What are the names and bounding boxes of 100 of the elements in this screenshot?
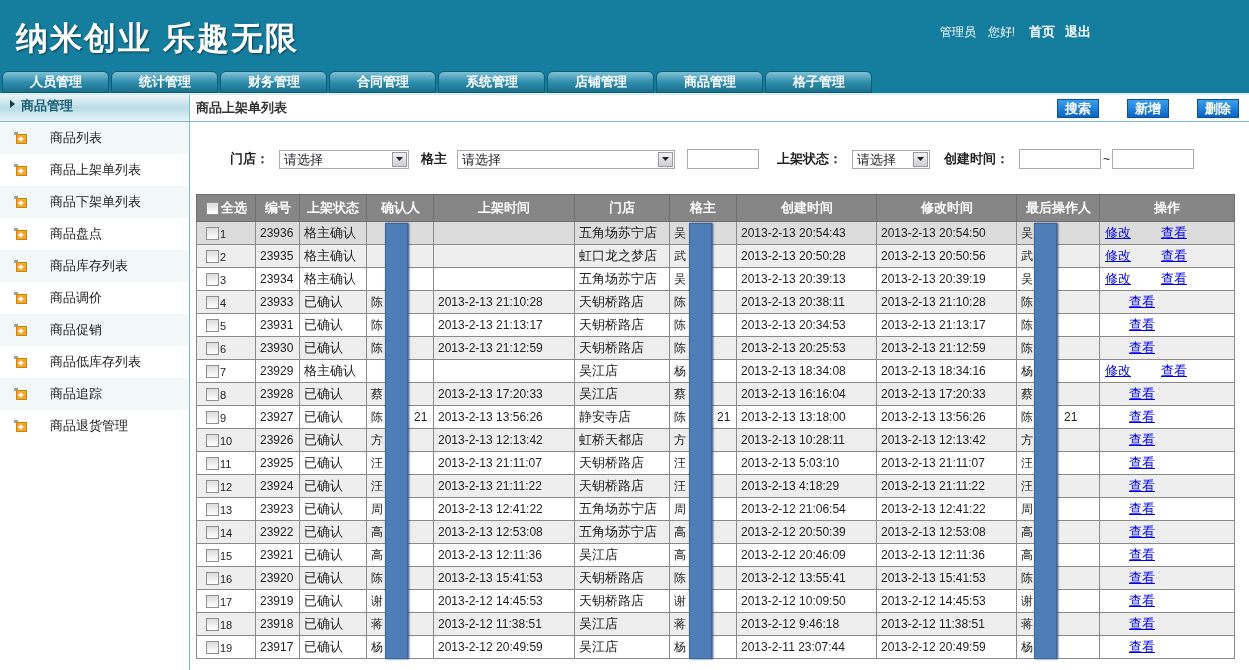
nav-tab[interactable]: 系统管理: [438, 71, 545, 93]
action-link[interactable]: 查看: [1129, 315, 1155, 335]
checkbox[interactable]: [206, 249, 219, 263]
checkbox[interactable]: [206, 456, 219, 470]
table-cell-text: 蔡: [674, 386, 686, 403]
table-cell-text: 吴: [674, 225, 686, 242]
row-number: 9: [220, 412, 227, 424]
table-cell: 已确认: [304, 501, 343, 517]
toolbar-button[interactable]: 搜索: [1057, 98, 1099, 118]
checkbox[interactable]: [206, 410, 219, 424]
triangle-icon: [10, 100, 15, 108]
checkbox[interactable]: [206, 525, 219, 539]
checkbox[interactable]: [206, 594, 219, 608]
table-cell: 2013-2-13 13:56:26: [438, 410, 543, 424]
action-link[interactable]: 查看: [1161, 223, 1187, 243]
select-field[interactable]: 请选择: [852, 149, 930, 169]
action-link[interactable]: 修改: [1105, 246, 1131, 266]
checkbox[interactable]: [206, 433, 219, 447]
column-header: 创建时间: [780, 200, 833, 216]
table-cell-text: 高: [1021, 524, 1033, 541]
sidebar-item[interactable]: 商品追踪: [0, 378, 189, 410]
action-link[interactable]: 查看: [1129, 568, 1155, 588]
sidebar-item[interactable]: 商品列表: [0, 122, 189, 154]
table-cell: 2013-2-13 20:50:28: [741, 249, 846, 263]
select-field[interactable]: 请选择: [279, 149, 409, 169]
table-cell-text: 陈: [371, 294, 383, 311]
action-link[interactable]: 查看: [1129, 545, 1155, 565]
action-link[interactable]: 查看: [1129, 499, 1155, 519]
table-cell: 2013-2-13 12:11:36: [438, 548, 542, 562]
action-link[interactable]: 查看: [1129, 407, 1155, 427]
checkbox[interactable]: [206, 318, 219, 332]
sidebar-item[interactable]: 商品库存列表: [0, 250, 189, 282]
checkbox[interactable]: [206, 341, 219, 355]
action-link[interactable]: 查看: [1161, 269, 1187, 289]
action-link[interactable]: 查看: [1129, 591, 1155, 611]
sidebar-item[interactable]: 商品下架单列表: [0, 186, 189, 218]
action-link[interactable]: 查看: [1129, 384, 1155, 404]
action-link[interactable]: 查看: [1161, 246, 1187, 266]
checkbox[interactable]: [206, 226, 219, 240]
row-number: 4: [220, 297, 227, 309]
select-field[interactable]: 请选择: [457, 149, 675, 169]
table-cell-text: 谢: [371, 593, 383, 610]
table-cell: 已确认: [304, 386, 343, 402]
checkbox[interactable]: [206, 640, 219, 654]
table-cell-text: 陈: [371, 409, 383, 426]
toolbar-button[interactable]: 新增: [1127, 98, 1169, 118]
action-link[interactable]: 查看: [1129, 292, 1155, 312]
action-link[interactable]: 查看: [1129, 476, 1155, 496]
checkbox[interactable]: [206, 364, 219, 378]
action-link[interactable]: 查看: [1129, 522, 1155, 542]
table-cell: 天钥桥路店: [579, 294, 644, 310]
action-link[interactable]: 查看: [1129, 614, 1155, 634]
checkbox[interactable]: [206, 571, 219, 585]
nav-tab[interactable]: 店铺管理: [547, 71, 654, 93]
range-separator: ~: [1103, 151, 1110, 168]
table-cell: 已确认: [304, 432, 343, 448]
action-link[interactable]: 查看: [1129, 338, 1155, 358]
table-cell: 23919: [260, 594, 294, 608]
header-link[interactable]: 首页: [1029, 22, 1055, 42]
nav-tab[interactable]: 统计管理: [111, 71, 218, 93]
date-field[interactable]: [1019, 149, 1101, 169]
table-cell: 2013-2-13 20:38:11: [741, 295, 845, 309]
table-cell: 23931: [260, 318, 294, 332]
checkbox[interactable]: [206, 295, 219, 309]
table-cell: 23921: [260, 548, 294, 562]
table-cell: 2013-2-12 14:45:53: [881, 594, 986, 608]
table-cell: 2013-2-13 13:56:26: [881, 410, 986, 424]
checkbox[interactable]: [205, 201, 219, 215]
table-cell-text: 汪: [371, 455, 383, 472]
action-link[interactable]: 查看: [1129, 430, 1155, 450]
input-field[interactable]: [687, 149, 759, 169]
action-link[interactable]: 查看: [1129, 453, 1155, 473]
table-cell: 2013-2-13 21:11:07: [881, 456, 985, 470]
action-link[interactable]: 查看: [1161, 361, 1187, 381]
table-cell-text: 汪: [1021, 455, 1033, 472]
sidebar-item[interactable]: 商品促销: [0, 314, 189, 346]
table-cell: 23924: [260, 479, 294, 493]
date-field[interactable]: [1112, 149, 1194, 169]
checkbox[interactable]: [206, 479, 219, 493]
table-cell: 2013-2-13 21:11:22: [438, 479, 542, 493]
table-cell: 2013-2-13 21:11:22: [881, 479, 985, 493]
checkbox[interactable]: [206, 617, 219, 631]
table-cell: 天钥桥路店: [579, 478, 644, 494]
action-link[interactable]: 修改: [1105, 269, 1131, 289]
table-cell: 2013-2-13 18:34:16: [881, 364, 986, 378]
toolbar-button[interactable]: 删除: [1197, 98, 1239, 118]
action-link[interactable]: 修改: [1105, 361, 1131, 381]
checkbox[interactable]: [206, 387, 219, 401]
table-cell: 已确认: [304, 294, 343, 310]
checkbox[interactable]: [206, 272, 219, 286]
table-cell: 2013-2-13 21:10:28: [881, 295, 986, 309]
folder-arrow-icon: [14, 420, 27, 432]
checkbox[interactable]: [206, 502, 219, 516]
action-link[interactable]: 修改: [1105, 223, 1131, 243]
table-cell: 天钥桥路店: [579, 570, 644, 586]
header-link[interactable]: 退出: [1065, 22, 1091, 42]
action-link[interactable]: 查看: [1129, 637, 1155, 657]
table-cell: 已确认: [304, 639, 343, 655]
checkbox[interactable]: [206, 548, 219, 562]
nav-tab[interactable]: 商品管理: [656, 71, 763, 93]
